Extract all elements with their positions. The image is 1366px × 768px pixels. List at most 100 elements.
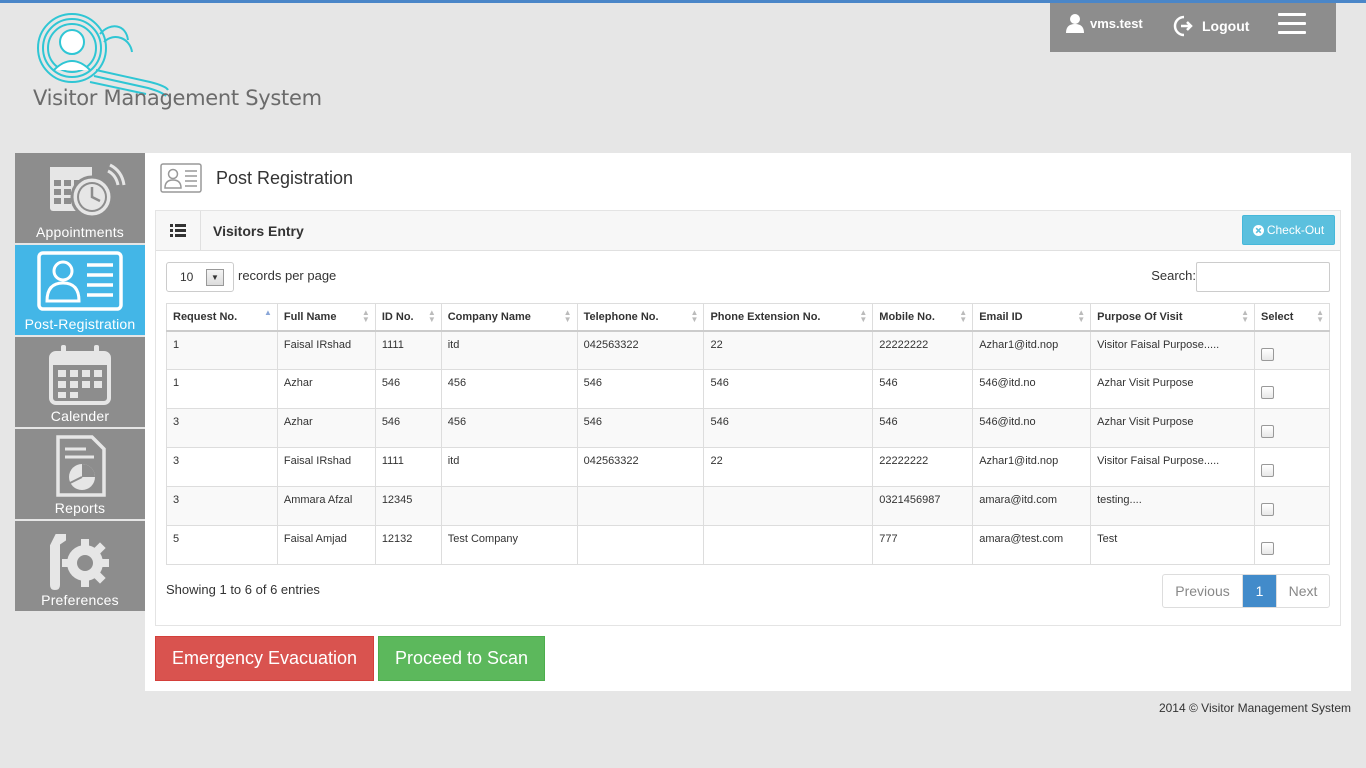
proceed-to-scan-button[interactable]: Proceed to Scan [378,636,545,681]
table-cell: Ammara Afzal [276,486,376,526]
table-cell [440,486,578,526]
table-cell: Faisal IRshad [276,330,376,370]
sort-icon: ▲ ▼ [690,308,699,324]
table-cell: Visitor Faisal Purpose..... [1090,447,1256,487]
logout-label: Logout [1202,18,1250,34]
sidebar-item-preferences[interactable]: Preferences [15,521,145,611]
select-checkbox[interactable] [1261,347,1275,361]
column-header[interactable]: Phone Extension No. ▲ ▼ [703,303,874,332]
column-header[interactable]: Mobile No. ▲ ▼ [872,303,974,332]
select-cell [1254,486,1330,526]
table-cell: 546 [374,408,442,448]
select-checkbox[interactable] [1261,386,1275,399]
select-checkbox[interactable] [1261,425,1275,438]
select-checkbox[interactable] [1261,464,1275,477]
table-cell: 22222222 [872,330,974,370]
select-checkbox[interactable] [1261,503,1275,516]
select-cell [1254,525,1330,565]
table-cell: 5 [166,525,278,565]
table-cell: Azhar [276,408,376,448]
sort-icon: ▲ ▼ [959,308,968,324]
column-header-label: Telephone No. [583,310,659,323]
column-header-label: Select [1261,310,1294,323]
select-checkbox[interactable] [1261,542,1275,555]
sidebar-item-label: Calender [50,408,110,424]
table-cell: 456 [440,369,578,409]
column-header[interactable]: Telephone No. ▲ ▼ [576,303,705,332]
sort-icon: ▲ ▼ [1241,308,1250,324]
sort-icon: ▲ ▼ [1077,308,1086,324]
table-cell: 22 [703,447,874,487]
check-out-button[interactable]: Check-Out [1242,215,1335,245]
table-row: 3 Azhar 546 456 546 546 546 546@itd.no Azhar Vis… [166,408,1330,448]
sort-icon: ▲ ▼ [361,308,370,324]
appointments-icon [50,163,126,219]
sort-icon: ▲ ▼ [563,308,572,324]
table-cell: Azhar [276,369,376,409]
table-cell: 546 [576,408,705,448]
column-header[interactable]: Select ▲ ▼ [1254,303,1330,332]
previous-page-button[interactable]: Previous [1163,575,1243,607]
select-cell [1254,330,1330,370]
sidebar-item-reports[interactable]: Reports [15,429,145,519]
hamburger-menu-icon[interactable] [1278,13,1306,37]
logout-icon [1173,15,1193,37]
sidebar-item-calender[interactable]: Calender [15,337,145,427]
table-row: 1 Azhar 546 456 546 546 546 546@itd.no Azhar Vis… [166,369,1330,409]
column-header[interactable]: Company Name ▲ ▼ [440,303,578,332]
sort-ascending-icon: ▲ [263,308,272,317]
chevron-down-icon[interactable]: ▼ [206,269,224,286]
table-cell: 3 [166,486,278,526]
sidebar-item-appointments[interactable]: Appointments [15,153,145,243]
pagination: Previous 1 Next [1162,574,1330,608]
sidebar-item-label: Appointments [35,224,124,240]
select-cell [1254,408,1330,448]
column-header[interactable]: Request No. ▲ [166,303,278,332]
sidebar-item-post-registration[interactable]: Post-Registration [15,245,145,335]
table-cell: Test Company [440,525,578,565]
logout-button[interactable]: Logout [1172,14,1249,38]
check-out-label: Check-Out [1266,223,1325,237]
search-input[interactable] [1196,262,1330,292]
visitors-entry-panel: Visitors Entry Check-Out 10 ▼ records pe… [155,210,1341,626]
table-cell: 546@itd.no [972,369,1092,409]
emergency-evacuation-button[interactable]: Emergency Evacuation [155,636,374,681]
sidebar-item-label: Post-Registration [24,316,136,332]
user-info[interactable]: vms.test [1066,13,1143,33]
sidebar-item-label: Preferences [41,592,119,608]
sidebar-item-label: Reports [54,500,106,516]
table-cell: Azhar1@itd.nop [972,447,1092,487]
table-cell: 1111 [374,330,442,370]
sort-icon: ▲ ▼ [427,308,436,324]
table-cell: 546 [872,369,974,409]
close-circle-icon [1252,224,1264,236]
column-header[interactable]: ID No. ▲ ▼ [374,303,442,332]
username: vms.test [1090,15,1143,31]
table-cell: itd [440,330,578,370]
next-page-button[interactable]: Next [1276,575,1329,607]
table-row: 1 Faisal IRshad 1111 itd 042563322 22 22222222… [166,330,1330,370]
table-cell: Azhar1@itd.nop [972,330,1092,370]
preferences-icon [48,532,109,593]
column-header[interactable]: Purpose Of Visit ▲ ▼ [1090,303,1256,332]
table-cell: Faisal IRshad [276,447,376,487]
table-cell: amara@itd.com [972,486,1092,526]
main-panel: Post Registration Visitors Entry Check-O… [145,153,1351,691]
page-1-button[interactable]: 1 [1243,575,1276,607]
table-cell: 546@itd.no [972,408,1092,448]
registration-card-icon [37,251,123,311]
table-cell: Test [1090,525,1256,565]
sidebar: Appointments Post-Registration Calender … [15,153,145,613]
column-header[interactable]: Email ID ▲ ▼ [972,303,1092,332]
column-header[interactable]: Full Name ▲ ▼ [276,303,376,332]
table-cell: 1 [166,330,278,370]
column-header-label: Full Name [283,310,337,323]
records-per-page-value: 10 [180,270,194,284]
column-header-label: ID No. [381,310,414,323]
select-cell [1254,369,1330,409]
table-cell: 12345 [374,486,442,526]
table-cell: Azhar Visit Purpose [1090,408,1256,448]
column-header-label: Request No. [173,310,238,323]
list-icon [156,211,201,250]
records-per-page-select[interactable]: 10 ▼ [166,262,234,292]
